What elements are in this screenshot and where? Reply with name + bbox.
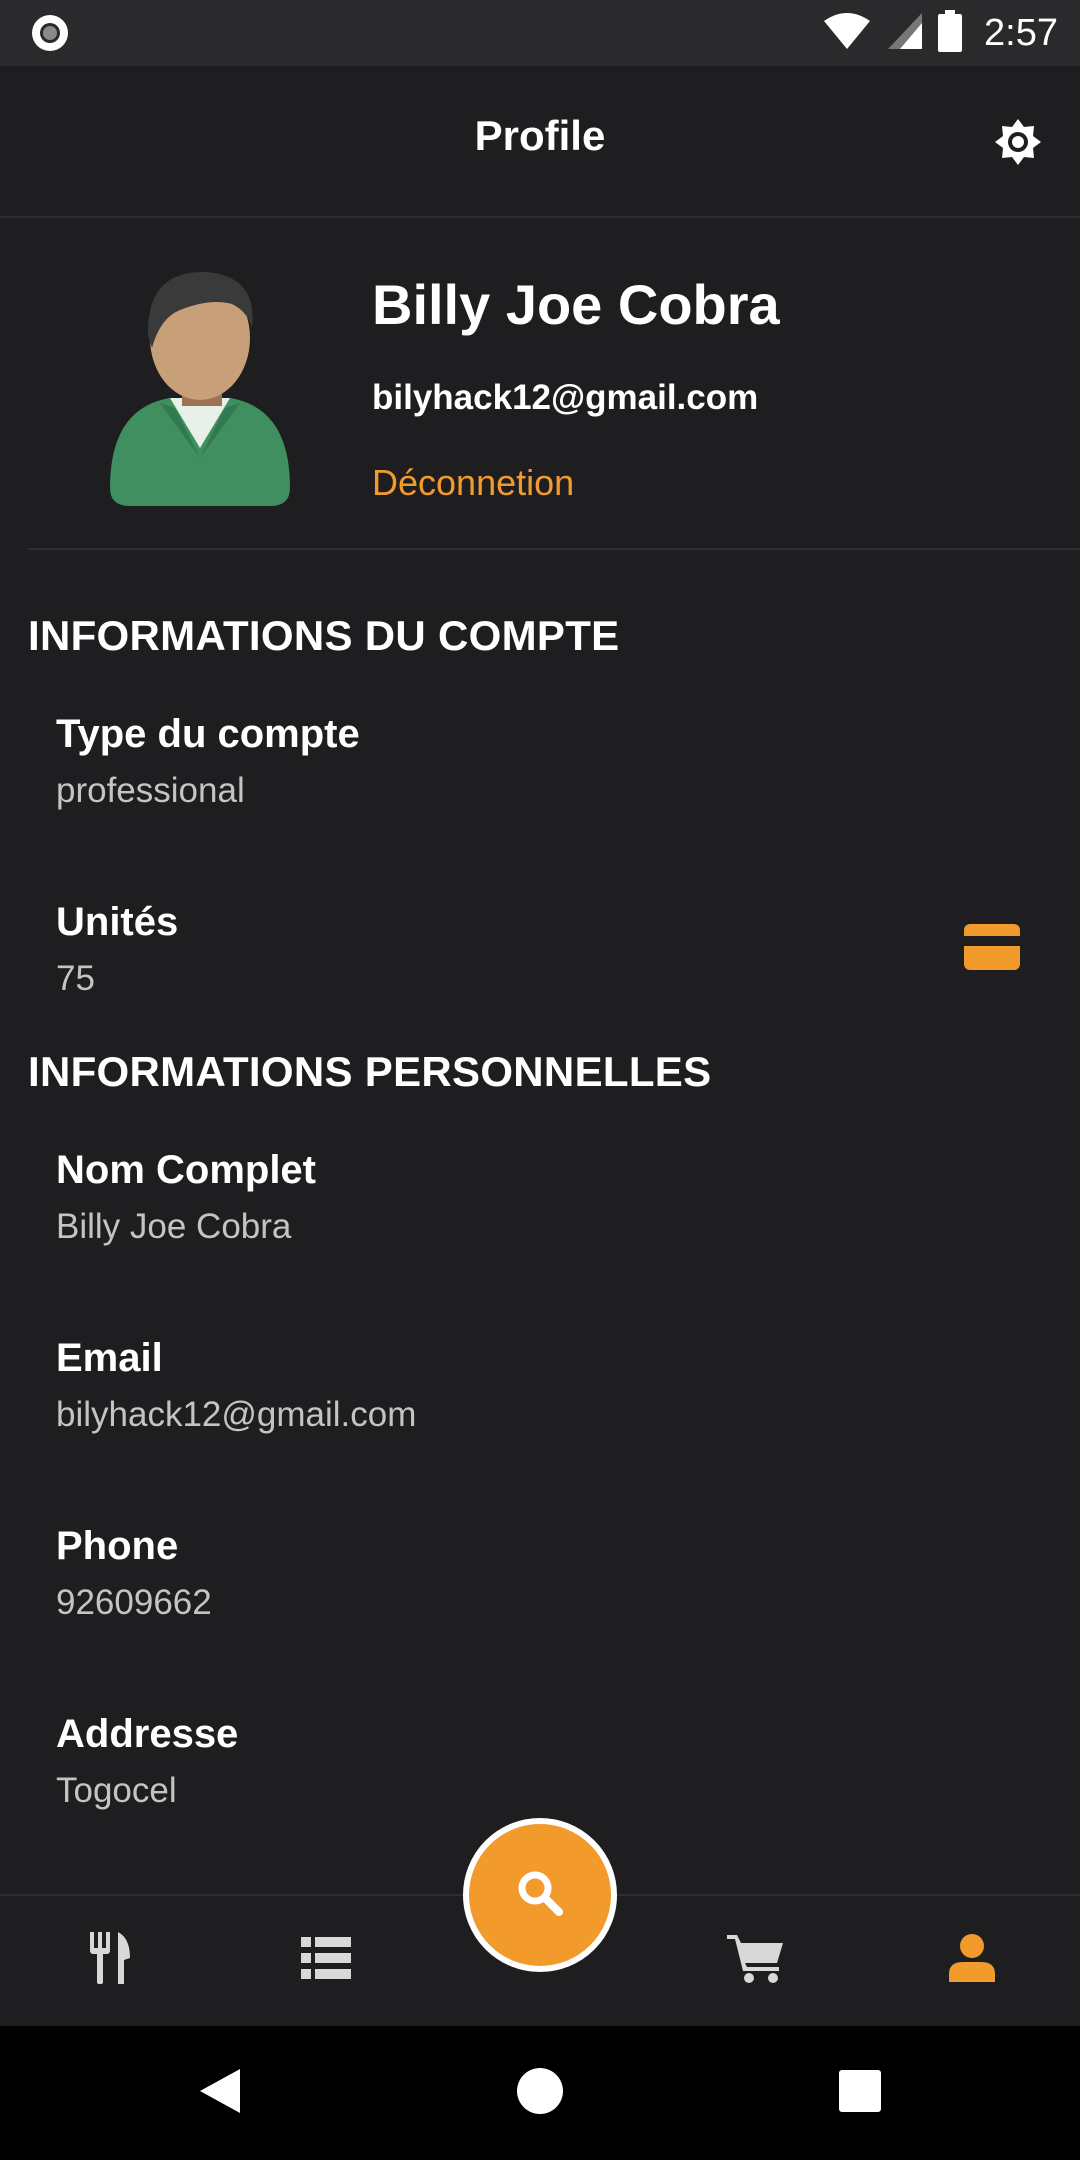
signal-icon xyxy=(886,11,924,56)
email-field: Email bilyhack12@gmail.com xyxy=(56,1336,1016,1435)
personal-section-title: INFORMATIONS PERSONNELLES xyxy=(28,1048,712,1095)
field-label: Unités xyxy=(56,900,179,944)
page-title: Profile xyxy=(474,112,606,159)
theme-toggle-button[interactable] xyxy=(986,112,1050,176)
search-fab-button[interactable] xyxy=(463,1818,617,1972)
restaurant-icon xyxy=(88,1931,132,1989)
recents-icon xyxy=(838,2069,882,2118)
field-label: Nom Complet xyxy=(56,1148,316,1192)
search-icon xyxy=(516,1869,564,1922)
battery-icon xyxy=(938,9,963,57)
logout-link[interactable]: Déconnetion xyxy=(372,462,574,504)
profile-header: Billy Joe Cobra bilyhack12@gmail.com Déc… xyxy=(0,218,1080,550)
home-icon xyxy=(516,2067,564,2120)
profile-email: bilyhack12@gmail.com xyxy=(372,378,759,417)
field-value: Togocel xyxy=(56,1771,177,1810)
field-label: Addresse xyxy=(56,1712,239,1756)
field-label: Email xyxy=(56,1336,163,1380)
field-value: 92609662 xyxy=(56,1583,212,1622)
account-type-field: Type du compte professional xyxy=(56,712,1016,811)
wifi-icon xyxy=(822,11,872,56)
field-value: 75 xyxy=(56,959,95,998)
account-section-title: INFORMATIONS DU COMPTE xyxy=(28,612,620,659)
phone-field: Phone 92609662 xyxy=(56,1524,1016,1623)
nav-item-cart[interactable] xyxy=(726,1930,786,1990)
cart-icon xyxy=(727,1933,785,1988)
brightness-icon xyxy=(993,117,1043,172)
nav-item-profile[interactable] xyxy=(942,1930,1002,1990)
full-name-field: Nom Complet Billy Joe Cobra xyxy=(56,1148,1016,1247)
field-value: Billy Joe Cobra xyxy=(56,1207,292,1246)
divider xyxy=(28,548,1080,550)
field-value: professional xyxy=(56,771,245,810)
status-time: 2:57 xyxy=(984,11,1058,54)
system-nav-bar xyxy=(0,2026,1080,2160)
avatar xyxy=(100,258,300,508)
back-button[interactable] xyxy=(190,2063,250,2123)
list-icon xyxy=(301,1936,351,1984)
person-icon xyxy=(949,1933,995,1987)
home-button[interactable] xyxy=(510,2063,570,2123)
app-bar: Profile xyxy=(0,66,1080,218)
field-value: bilyhack12@gmail.com xyxy=(56,1395,417,1434)
status-bar: 2:57 xyxy=(0,0,1080,66)
nav-item-list[interactable] xyxy=(296,1930,356,1990)
recents-button[interactable] xyxy=(830,2063,890,2123)
back-icon xyxy=(198,2067,242,2120)
address-field: Addresse Togocel xyxy=(56,1712,1016,1811)
credit-card-icon[interactable] xyxy=(964,924,1020,970)
field-label: Type du compte xyxy=(56,712,360,756)
field-label: Phone xyxy=(56,1524,179,1568)
profile-name: Billy Joe Cobra xyxy=(372,273,780,336)
record-icon xyxy=(30,13,70,53)
nav-item-restaurants[interactable] xyxy=(80,1930,140,1990)
units-field: Unités 75 xyxy=(56,900,1016,999)
